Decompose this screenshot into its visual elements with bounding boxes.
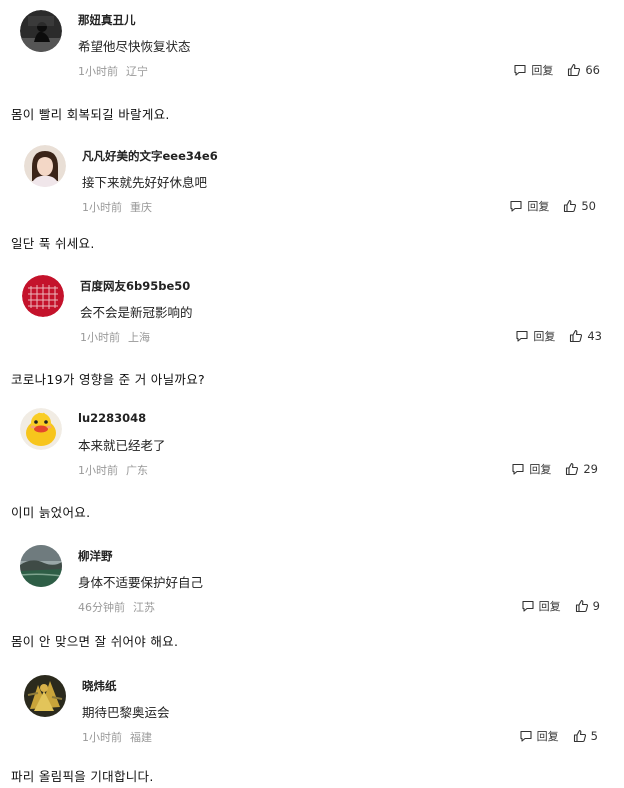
thumbs-up-icon [575,599,588,613]
comment-meta: 1小时前 广东 [78,462,148,478]
comment-time: 46分钟前 [78,601,125,614]
comment-actions: 回复 50 [509,198,596,214]
comment-text: 本来就已经老了 [78,438,166,453]
woman-portrait-avatar[interactable] [24,145,66,187]
reply-button[interactable]: 回复 [509,198,549,214]
comment-text: 身体不适要保护好自己 [78,575,204,590]
reply-button[interactable]: 回复 [513,62,553,78]
comment-meta: 1小时前 辽宁 [78,63,148,79]
comment-author[interactable]: 柳洋野 [78,548,113,564]
reply-button[interactable]: 回复 [519,728,559,744]
thumbs-up-icon [570,329,583,343]
like-button[interactable]: 5 [573,729,598,743]
thumbs-up-icon [573,729,586,743]
comment-location: 重庆 [130,201,152,214]
comment-text: 希望他尽快恢复状态 [78,39,191,54]
comment-meta: 46分钟前 江苏 [78,599,155,615]
comment-actions: 回复 29 [511,461,598,477]
reply-icon [522,600,534,612]
thumbs-up-icon [568,63,581,77]
comment-actions: 回复 9 [521,598,600,614]
silhouette-avatar[interactable] [20,10,62,52]
reply-button[interactable]: 回复 [515,328,555,344]
comment-time: 1小时前 [82,731,122,744]
comment-location: 上海 [128,331,150,344]
reply-label: 回复 [529,463,552,476]
comment-author[interactable]: 晓炜纸 [82,678,117,694]
comment-location: 江苏 [133,601,155,614]
korean-translation: 몸이 안 맞으면 잘 쉬어야 해요. [11,634,179,649]
reply-label: 回复 [531,64,554,77]
red-calligraphy-avatar[interactable] [22,275,64,317]
korean-translation: 이미 늙었어요. [11,505,91,520]
comment-time: 1小时前 [78,65,118,78]
like-count: 29 [583,462,598,476]
like-button[interactable]: 43 [569,329,602,343]
golden-figure-avatar[interactable] [24,675,66,717]
yellow-duck-avatar[interactable] [20,408,62,450]
comment-actions: 回复 43 [515,328,602,344]
like-count: 50 [581,199,596,213]
comment-location: 辽宁 [126,65,148,78]
comment-actions: 回复 5 [519,728,598,744]
comment-text: 接下来就先好好休息吧 [82,175,208,190]
comment-meta: 1小时前 上海 [80,329,150,345]
like-button[interactable]: 29 [565,462,598,476]
like-count: 9 [592,599,600,613]
like-button[interactable]: 66 [567,63,600,77]
reply-icon [520,730,532,742]
comment-time: 1小时前 [82,201,122,214]
like-count: 43 [587,329,602,343]
comment-location: 广东 [126,464,148,477]
thumbs-up-icon [566,462,579,476]
reply-button[interactable]: 回复 [521,598,561,614]
reply-icon [512,463,524,475]
reply-label: 回复 [538,600,561,613]
comment-author[interactable]: 那妞真丑儿 [78,12,136,28]
comment-text: 期待巴黎奥运会 [82,705,170,720]
like-count: 5 [590,729,598,743]
korean-translation: 코로나19가 영향을 준 거 아닐까요? [11,372,205,387]
reply-label: 回复 [533,330,556,343]
like-button[interactable]: 50 [563,199,596,213]
reply-button[interactable]: 回复 [511,461,551,477]
comment-time: 1小时前 [80,331,120,344]
reply-icon [514,64,526,76]
korean-translation: 몸이 빨리 회복되길 바랄게요. [11,107,170,122]
korean-translation: 파리 올림픽을 기대합니다. [11,769,154,784]
thumbs-up-icon [564,199,577,213]
reply-icon [510,200,522,212]
comment-actions: 回复 66 [513,62,600,78]
reply-icon [516,330,528,342]
comment-time: 1小时前 [78,464,118,477]
comment-author[interactable]: 凡凡好美的文字eee34e6 [82,148,218,164]
comment-meta: 1小时前 重庆 [82,199,152,215]
comment-author[interactable]: lu2283048 [78,411,146,425]
korean-translation: 일단 푹 쉬세요. [11,236,95,251]
like-count: 66 [585,63,600,77]
comment-author[interactable]: 百度网友6b95be50 [80,278,190,294]
comment-meta: 1小时前 福建 [82,729,152,745]
reply-label: 回复 [527,200,550,213]
landscape-avatar[interactable] [20,545,62,587]
like-button[interactable]: 9 [575,599,600,613]
comment-text: 会不会是新冠影响的 [80,305,193,320]
comment-location: 福建 [130,731,152,744]
reply-label: 回复 [536,730,559,743]
